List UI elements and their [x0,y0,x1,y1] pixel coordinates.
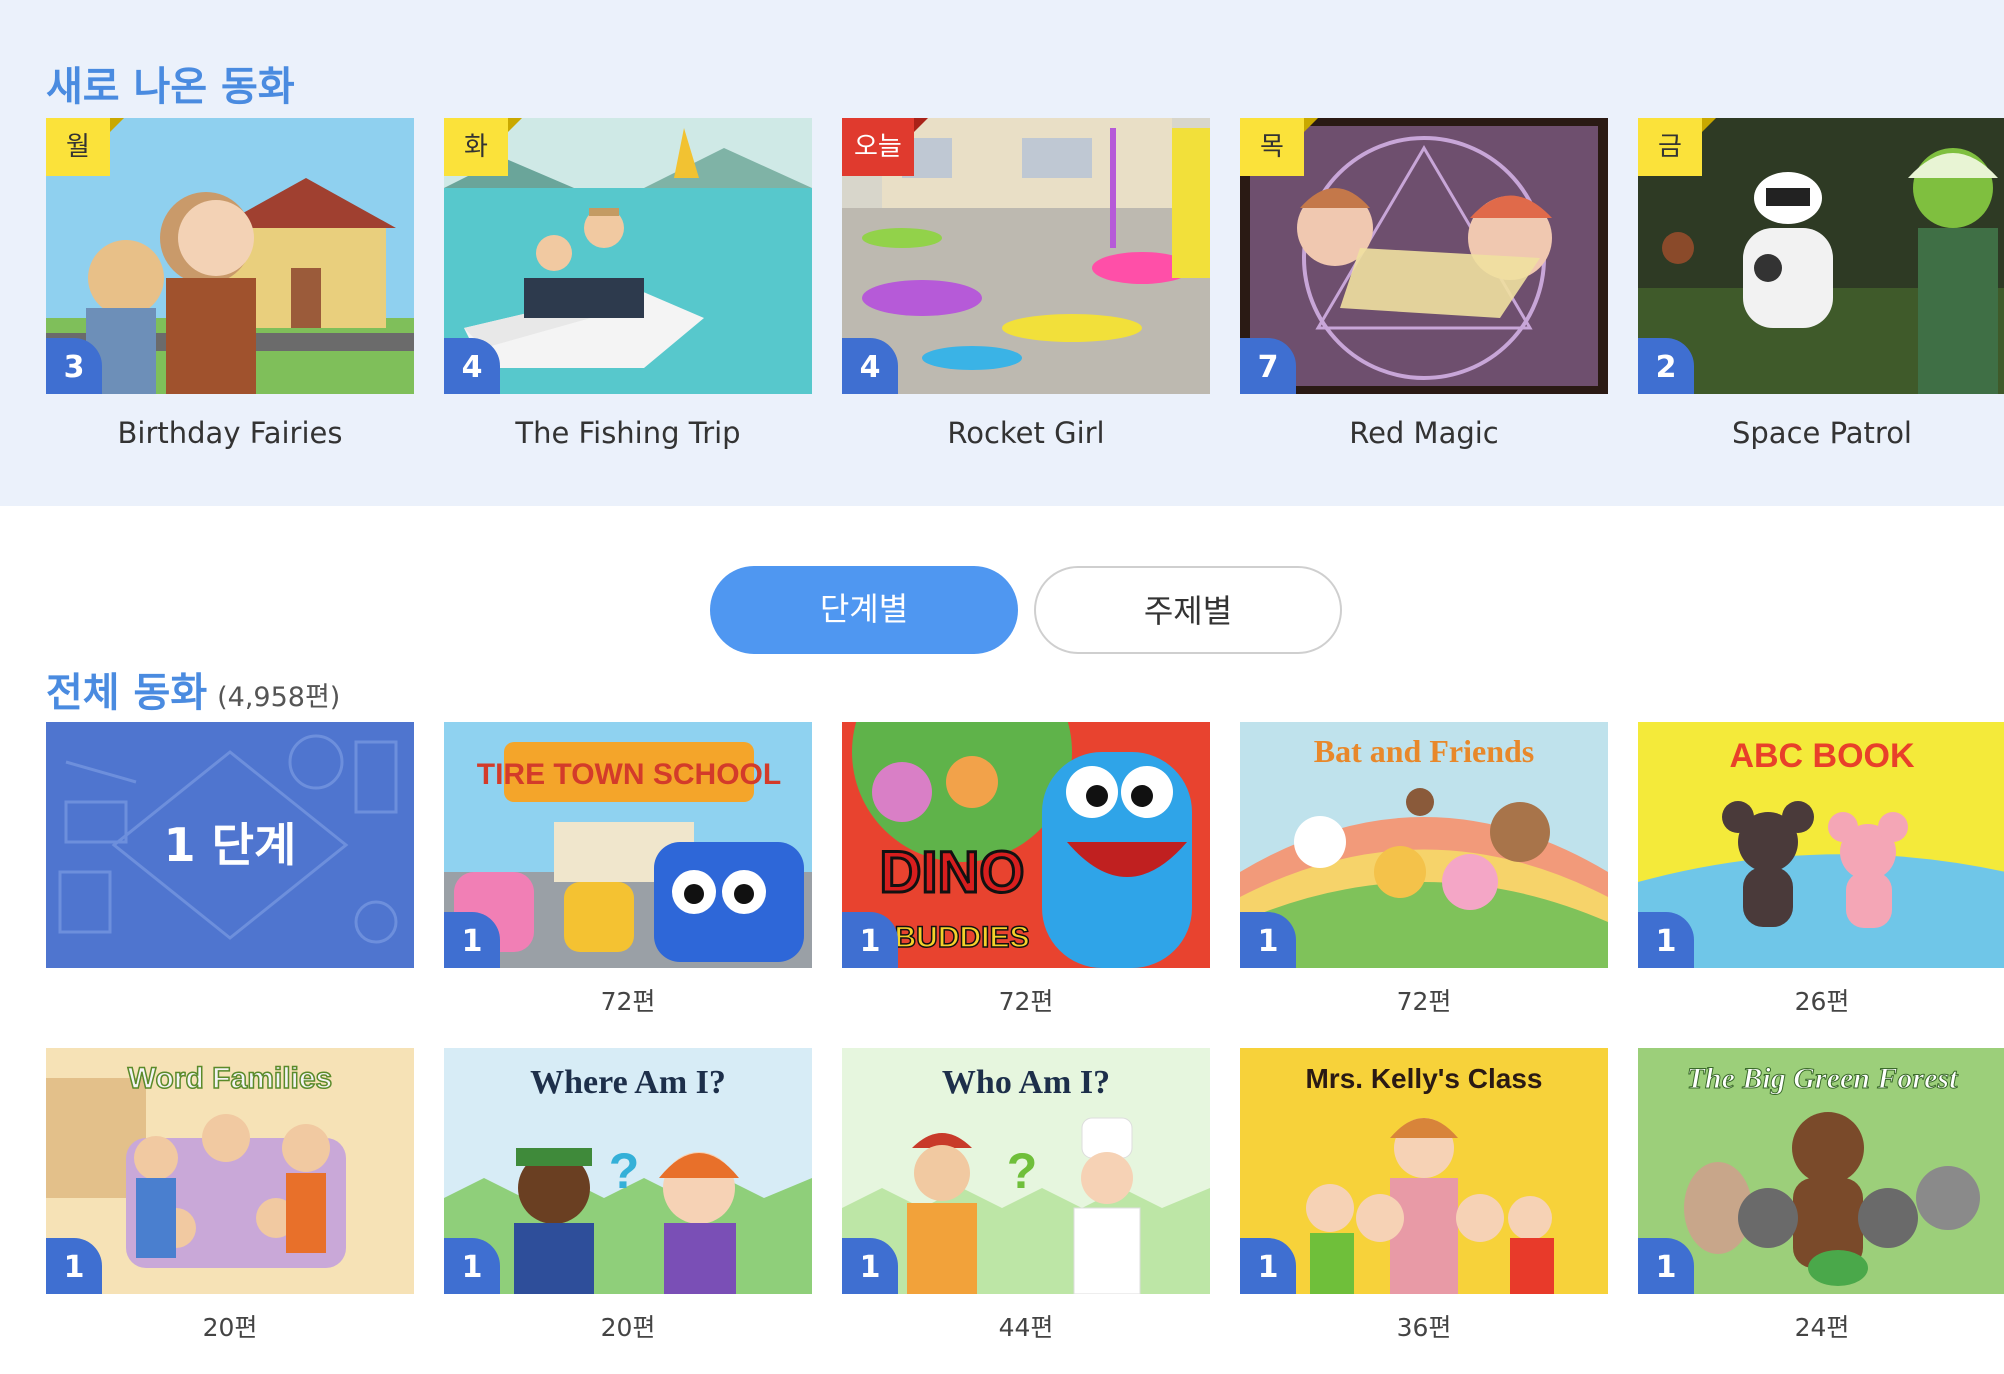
new-story-card[interactable]: 목 7 Red Magic [1240,118,1608,450]
series-thumbnail[interactable]: Word Families 1 [46,1048,414,1294]
episode-count: 44편 [998,1313,1054,1342]
new-story-card[interactable]: 월 3 Birthday Fairies [46,118,414,450]
series-thumbnail[interactable]: Bat and Friends 1 [1240,722,1608,968]
level-badge: 1 [842,1238,898,1294]
svg-text:TIRE TOWN SCHOOL: TIRE TOWN SCHOOL [477,758,781,791]
all-stories-count: (4,958편) [217,682,341,713]
tab-by-level[interactable]: 단계별 [710,566,1018,654]
story-title[interactable]: Space Patrol [1638,416,2004,450]
story-title[interactable]: Rocket Girl [842,416,1210,450]
day-badge: 월 [46,118,124,176]
episode-count: 72편 [1396,987,1452,1016]
story-title[interactable]: The Fishing Trip [444,416,812,450]
series-thumbnail[interactable]: The Big Green Forest 1 [1638,1048,2004,1294]
episode-count: 20편 [600,1313,656,1342]
level-badge: 1 [1240,1238,1296,1294]
new-story-card[interactable]: 오늘 4 Rocket Girl [842,118,1210,450]
level-badge: 7 [1240,338,1296,394]
story-thumbnail[interactable]: 금 2 [1638,118,2004,394]
filter-tabs: 단계별 주제별 [710,566,1342,654]
episode-count: 20편 [202,1313,258,1342]
day-badge: 화 [444,118,522,176]
svg-text:?: ? [609,1143,640,1199]
svg-text:Where Am I?: Where Am I? [530,1064,726,1101]
level-badge: 3 [46,338,102,394]
story-title[interactable]: Red Magic [1240,416,1608,450]
series-card[interactable]: TIRE TOWN SCHOOL 1 72편 [444,722,812,1018]
day-badge: 금 [1638,118,1716,176]
series-card[interactable]: Bat and Friends 1 72편 [1240,722,1608,1018]
episode-count: 36편 [1396,1313,1452,1342]
svg-text:The Big Green Forest: The Big Green Forest [1687,1062,1960,1095]
level-badge: 1 [1638,912,1694,968]
series-thumbnail[interactable]: ABC BOOK 1 [1638,722,2004,968]
level-badge: 2 [1638,338,1694,394]
new-story-card[interactable]: 화 4 The Fishing Trip [444,118,812,450]
all-stories-title: 전체 동화 (4,958편) [46,660,340,718]
series-card[interactable]: Who Am I? ? 1 44편 [842,1048,1210,1344]
story-thumbnail[interactable]: 오늘 4 [842,118,1210,394]
svg-text:Who Am I?: Who Am I? [942,1064,1110,1101]
new-stories-title: 새로 나온 동화 [46,64,295,110]
series-card[interactable]: Mrs. Kelly's Class 1 36편 [1240,1048,1608,1344]
series-thumbnail[interactable]: Where Am I? ? 1 [444,1048,812,1294]
episode-count: 72편 [998,987,1054,1016]
story-title[interactable]: Birthday Fairies [46,416,414,450]
series-thumbnail[interactable]: DINO BUDDIES 1 [842,722,1210,968]
svg-text:Bat and Friends: Bat and Friends [1314,733,1534,769]
level-tile[interactable]: 1 단계 [46,722,414,968]
svg-text:?: ? [1007,1143,1038,1199]
svg-text:BUDDIES: BUDDIES [894,921,1029,954]
level-badge: 1 [1638,1238,1694,1294]
series-card[interactable]: The Big Green Forest 1 24편 [1638,1048,2004,1344]
all-stories-heading: 전체 동화 [46,670,208,716]
series-card[interactable]: Word Families 1 20편 [46,1048,414,1344]
series-card[interactable]: Where Am I? ? 1 20편 [444,1048,812,1344]
episode-count: 24편 [1794,1313,1850,1342]
new-story-card[interactable]: 금 2 Space Patrol [1638,118,2004,450]
svg-text:Mrs. Kelly's Class: Mrs. Kelly's Class [1305,1063,1542,1094]
level-badge: 1 [444,1238,500,1294]
story-thumbnail[interactable]: 목 7 [1240,118,1608,394]
svg-text:Word Families: Word Families [128,1062,333,1095]
day-badge: 목 [1240,118,1318,176]
tab-by-topic[interactable]: 주제별 [1034,566,1342,654]
svg-text:ABC BOOK: ABC BOOK [1729,737,1915,775]
level-badge: 1 [1240,912,1296,968]
episode-count: 26편 [1794,987,1850,1016]
story-thumbnail[interactable]: 월 3 [46,118,414,394]
today-badge: 오늘 [842,118,928,176]
episode-count: 72편 [600,987,656,1016]
level-badge: 4 [444,338,500,394]
svg-text:DINO: DINO [880,840,1025,905]
series-thumbnail[interactable]: Mrs. Kelly's Class 1 [1240,1048,1608,1294]
level-badge: 4 [842,338,898,394]
series-thumbnail[interactable]: TIRE TOWN SCHOOL 1 [444,722,812,968]
series-thumbnail[interactable]: Who Am I? ? 1 [842,1048,1210,1294]
story-thumbnail[interactable]: 화 4 [444,118,812,394]
level-badge: 1 [444,912,500,968]
series-card[interactable]: DINO BUDDIES 1 72편 [842,722,1210,1018]
level-tile-label: 1 단계 [163,818,297,872]
level-badge: 1 [842,912,898,968]
series-card[interactable]: ABC BOOK 1 26편 [1638,722,2004,1018]
level-badge: 1 [46,1238,102,1294]
